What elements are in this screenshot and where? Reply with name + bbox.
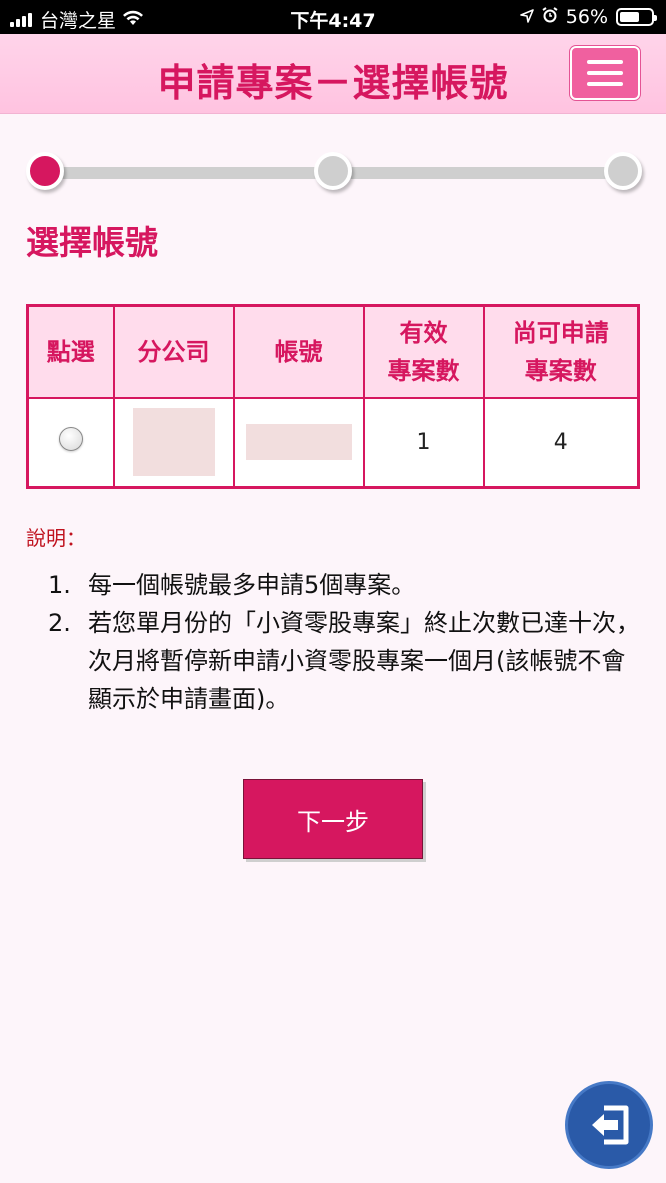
table-row: 1 4: [26, 396, 640, 489]
header-available-projects: 尚可申請 專案數: [482, 304, 640, 399]
exit-button[interactable]: [565, 1081, 653, 1169]
header-branch: 分公司: [112, 304, 235, 399]
list-item: 2. 若您單月份的「小資零股專案」終止次數已達十次，次月將暫停新申請小資零股專案…: [48, 609, 640, 713]
available-projects-cell: 4: [482, 396, 640, 489]
account-radio[interactable]: [58, 427, 83, 452]
step-3-indicator: [604, 152, 642, 190]
header-valid-projects: 有效 專案數: [362, 304, 485, 399]
branch-masked: [132, 408, 215, 477]
battery-percent: 56%: [565, 6, 608, 28]
table-header-row: 點選 分公司 帳號 有效 專案數 尚可申請 專案數: [26, 304, 640, 399]
hamburger-icon: [587, 60, 623, 64]
status-bar: 台灣之星 下午4:47 56%: [0, 0, 666, 34]
account-cell: [232, 396, 365, 489]
step-2-indicator: [314, 152, 352, 190]
page-title: 申請專案－選擇帳號: [157, 61, 509, 105]
section-title: 選擇帳號: [26, 223, 158, 262]
menu-button[interactable]: [570, 46, 640, 100]
account-masked: [245, 424, 352, 461]
notes-label: 說明：: [26, 526, 86, 550]
header-account: 帳號: [232, 304, 365, 399]
exit-icon: [592, 1105, 629, 1145]
alarm-icon: [542, 6, 558, 28]
status-right: 56%: [519, 6, 657, 28]
select-cell: [26, 396, 115, 489]
valid-projects-cell: 1: [362, 396, 485, 489]
progress-stepper: [26, 152, 646, 196]
app-header: 申請專案－選擇帳號: [0, 34, 666, 114]
notes-list: 1. 每一個帳號最多申請5個專案。 2. 若您單月份的「小資零股專案」終止次數已…: [48, 566, 648, 718]
branch-cell: [112, 396, 235, 489]
next-step-button[interactable]: 下一步: [243, 779, 423, 859]
location-icon: [519, 6, 534, 28]
header-select: 點選: [26, 304, 115, 399]
list-item: 1. 每一個帳號最多申請5個專案。: [48, 571, 416, 599]
battery-icon: [616, 8, 657, 26]
step-1-indicator: [26, 152, 64, 190]
account-table: 點選 分公司 帳號 有效 專案數 尚可申請 專案數 1 4: [26, 304, 640, 489]
